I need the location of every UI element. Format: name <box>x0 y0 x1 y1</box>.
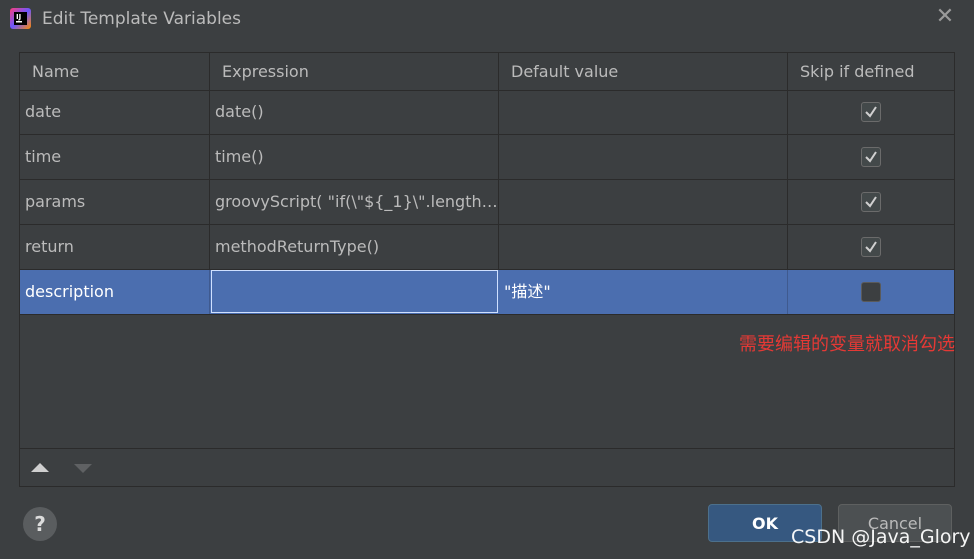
skip-if-defined-checkbox[interactable] <box>861 147 881 167</box>
skip-if-defined-checkbox[interactable] <box>861 102 881 122</box>
annotation-note: 需要编辑的变量就取消勾选 <box>739 334 955 355</box>
move-down-icon[interactable] <box>74 464 92 473</box>
svg-text:IJ: IJ <box>16 13 21 21</box>
expression-cell[interactable]: methodReturnType() <box>210 225 499 269</box>
default-value-cell[interactable] <box>499 90 788 134</box>
checkmark-icon <box>865 241 877 253</box>
skip-if-defined-checkbox[interactable] <box>861 237 881 257</box>
name-cell[interactable]: description <box>20 270 210 314</box>
name-cell[interactable]: time <box>20 135 210 179</box>
skip-if-defined-checkbox[interactable] <box>861 282 881 302</box>
watermark: CSDN @Java_Glory <box>791 526 971 548</box>
table-header: Name Expression Default value Skip if de… <box>20 53 954 91</box>
checkmark-icon <box>865 196 877 208</box>
table-toolbar <box>20 448 954 487</box>
expression-cell[interactable]: date() <box>210 90 499 134</box>
template-variables-table: Name Expression Default value Skip if de… <box>19 52 955 487</box>
name-cell[interactable]: date <box>20 90 210 134</box>
skip-if-defined-checkbox[interactable] <box>861 192 881 212</box>
table-row[interactable]: return methodReturnType() <box>20 225 954 270</box>
column-header-skip-if-defined[interactable]: Skip if defined <box>788 53 954 90</box>
table-row[interactable]: date date() <box>20 90 954 135</box>
close-icon[interactable]: ✕ <box>934 6 956 28</box>
column-header-name[interactable]: Name <box>20 53 210 90</box>
dialog-title: Edit Template Variables <box>42 9 241 29</box>
expression-cell[interactable]: groovyScript( "if(\"${_1}\".length… <box>210 180 499 224</box>
table-row[interactable]: time time() <box>20 135 954 180</box>
name-cell[interactable]: return <box>20 225 210 269</box>
column-header-default-value[interactable]: Default value <box>499 53 788 90</box>
table-row-selected[interactable]: description "描述" <box>20 270 954 315</box>
checkmark-icon <box>865 151 877 163</box>
checkmark-icon <box>865 106 877 118</box>
expression-edit-field[interactable] <box>211 270 498 313</box>
default-value-cell[interactable] <box>499 180 788 224</box>
name-cell[interactable]: params <box>20 180 210 224</box>
move-up-icon[interactable] <box>31 463 49 472</box>
table-row[interactable]: params groovyScript( "if(\"${_1}\".lengt… <box>20 180 954 225</box>
intellij-app-icon: IJ <box>10 8 31 29</box>
default-value-cell[interactable] <box>499 225 788 269</box>
column-header-expression[interactable]: Expression <box>210 53 499 90</box>
title-bar: IJ Edit Template Variables ✕ <box>0 0 974 38</box>
expression-cell[interactable]: time() <box>210 135 499 179</box>
default-value-cell[interactable] <box>499 135 788 179</box>
default-value-cell[interactable]: "描述" <box>499 270 788 314</box>
help-button[interactable]: ? <box>23 507 57 541</box>
